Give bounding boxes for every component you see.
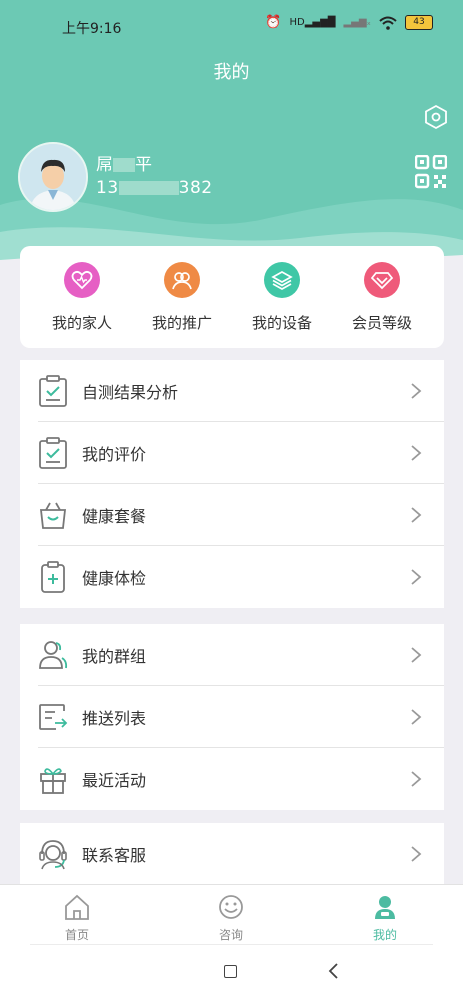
menu-item-label: 我的群组 <box>82 647 147 666</box>
tab-label: 咨询 <box>218 928 243 942</box>
menu-item-recent-activities[interactable]: 最近活动 <box>20 748 444 810</box>
chevron-right-icon <box>411 383 422 399</box>
status-icons: ⏰ HD▂▄▆█ ▂▄▆ₓ 43 <box>265 15 433 30</box>
menu-item-health-checkup[interactable]: 健康体检 <box>20 546 444 608</box>
diamond-icon <box>364 262 400 298</box>
user-name: 屌平 <box>96 150 152 175</box>
heart-icon <box>64 262 100 298</box>
home-square-button[interactable] <box>224 965 237 978</box>
battery-level: 43 <box>413 17 425 27</box>
alarm-icon: ⏰ <box>265 15 282 30</box>
chevron-right-icon <box>411 445 422 461</box>
menu-item-self-test-analysis[interactable]: 自测结果分析 <box>20 360 444 422</box>
menu-item-push-list[interactable]: 推送列表 <box>20 686 444 748</box>
layers-icon <box>264 262 300 298</box>
headset-icon <box>39 840 67 870</box>
hd-badge: HD <box>289 17 305 28</box>
quick-action-label: 我的家人 <box>51 314 112 332</box>
user-phone: 13 382 <box>96 178 213 198</box>
quick-action-label: 我的推广 <box>151 314 212 332</box>
menu-item-my-groups[interactable]: 我的群组 <box>20 624 444 686</box>
wifi-icon <box>379 16 397 30</box>
chevron-right-icon <box>411 569 422 585</box>
menu-item-customer-service[interactable]: 联系客服 <box>20 823 444 885</box>
chevron-right-icon <box>411 647 422 663</box>
quick-action-promotion[interactable]: 我的推广 <box>132 262 232 333</box>
menu-item-label: 健康套餐 <box>82 507 147 526</box>
tab-consult[interactable]: 咨询 <box>191 893 271 943</box>
signal-icon: ▂▄▆ₓ <box>343 17 371 28</box>
qr-code-icon[interactable] <box>415 155 447 189</box>
gift-icon <box>40 768 66 794</box>
tab-profile[interactable]: 我的 <box>345 893 425 943</box>
menu-item-health-package[interactable]: 健康套餐 <box>20 484 444 546</box>
menu-group-social: 我的群组 推送列表 最近活动 <box>20 624 444 810</box>
masked-text <box>113 158 135 172</box>
tab-label: 首页 <box>64 928 89 942</box>
menu-item-label: 健康体检 <box>82 569 147 588</box>
quick-action-label: 我的设备 <box>251 314 312 332</box>
menu-item-my-reviews[interactable]: 我的评价 <box>20 422 444 484</box>
avatar-person-icon <box>20 144 86 210</box>
menu-group-health: 自测结果分析 我的评价 健康套餐 健康体检 <box>20 360 444 608</box>
page-title: 我的 <box>213 62 250 83</box>
person-icon <box>375 896 395 919</box>
bottom-tab-bar: 首页 咨询 我的 <box>0 884 463 945</box>
menu-item-label: 我的评价 <box>82 445 147 464</box>
menu-item-label: 最近活动 <box>82 771 147 790</box>
status-bar: 上午9:16 ⏰ HD▂▄▆█ ▂▄▆ₓ 43 <box>0 0 463 52</box>
battery-icon: 43 <box>405 15 433 30</box>
medical-clipboard-icon <box>41 561 65 593</box>
status-time: 上午9:16 <box>62 21 122 37</box>
masked-text <box>118 181 179 195</box>
system-nav-bar <box>0 944 463 999</box>
menu-item-label: 自测结果分析 <box>82 383 179 402</box>
menu-item-label: 联系客服 <box>82 846 147 865</box>
quick-action-membership[interactable]: 会员等级 <box>332 262 432 333</box>
send-list-icon <box>39 704 68 730</box>
basket-icon <box>39 502 67 529</box>
menu-group-support: 联系客服 <box>20 823 444 885</box>
quick-action-family[interactable]: 我的家人 <box>32 262 132 333</box>
signal-icon: HD▂▄▆█ <box>289 17 336 28</box>
tab-label: 我的 <box>372 928 397 942</box>
clipboard-check-icon <box>39 437 67 469</box>
avatar[interactable] <box>18 142 88 212</box>
smile-icon <box>219 895 243 919</box>
user-name-end: 平 <box>135 155 152 175</box>
chevron-right-icon <box>411 846 422 862</box>
quick-action-label: 会员等级 <box>351 314 412 332</box>
chevron-right-icon <box>411 709 422 725</box>
chevron-right-icon <box>411 771 422 787</box>
menu-item-label: 推送列表 <box>82 709 147 728</box>
settings-hexagon-icon[interactable] <box>423 104 449 130</box>
back-arrow-icon[interactable] <box>327 962 341 980</box>
quick-action-devices[interactable]: 我的设备 <box>232 262 332 333</box>
user-phone-start: 13 <box>96 178 119 198</box>
clipboard-check-icon <box>39 375 67 407</box>
user-name-start: 屌 <box>96 155 113 175</box>
chevron-right-icon <box>411 507 422 523</box>
tab-home[interactable]: 首页 <box>37 893 117 943</box>
home-icon <box>65 894 89 920</box>
group-icon <box>39 641 68 669</box>
user-phone-end: 382 <box>178 178 213 198</box>
people-icon <box>164 262 200 298</box>
quick-actions-card: 我的家人 我的推广 我的设备 会员等级 <box>20 246 444 348</box>
divider <box>30 944 433 945</box>
